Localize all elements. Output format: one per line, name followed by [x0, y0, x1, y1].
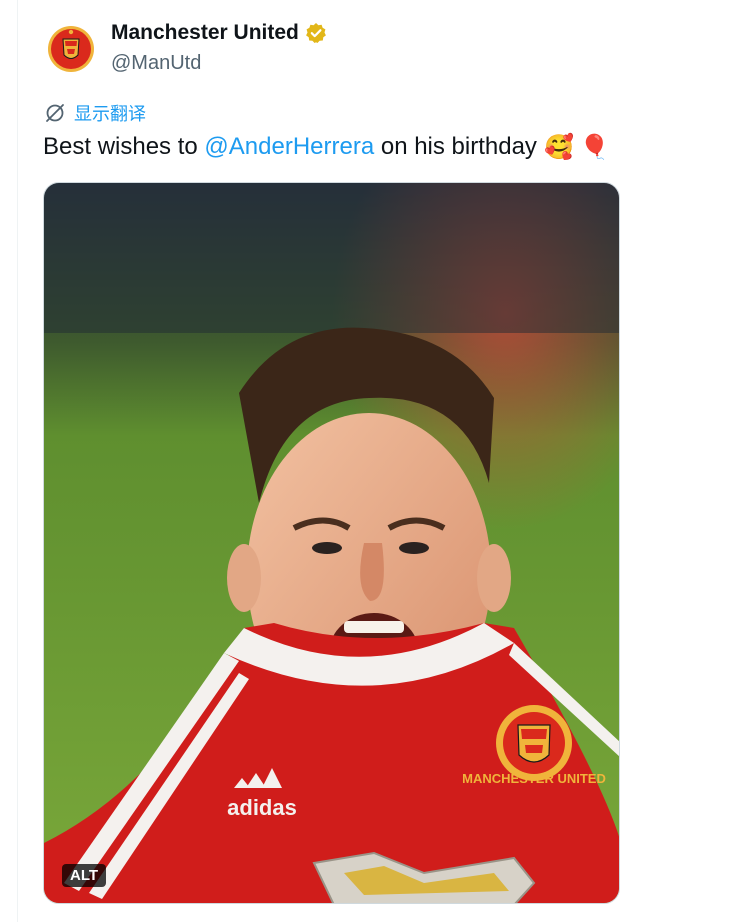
tweet-text-prefix: Best wishes to — [43, 133, 205, 160]
verified-badge-icon[interactable] — [305, 22, 327, 44]
tweet-photo[interactable]: MANCHESTER UNITED adidas — [43, 182, 620, 904]
author-name-text[interactable]: Manchester United — [111, 21, 299, 45]
adidas-logo-text: adidas — [227, 795, 297, 820]
author-name[interactable]: Manchester United — [111, 21, 327, 45]
show-translation-label[interactable]: 显示翻译 — [74, 100, 146, 126]
smiling-face-with-hearts-emoji: 🥰 — [543, 133, 574, 161]
timeline-border — [17, 0, 18, 922]
club-crest-icon — [48, 26, 94, 72]
mention-link[interactable]: @AnderHerrera — [204, 133, 374, 161]
balloon-emoji: 🎈 — [579, 133, 610, 161]
author-handle[interactable]: @ManUtd — [111, 52, 201, 75]
crest-text: MANCHESTER UNITED — [462, 771, 606, 786]
tweet-text-suffix: on his birthday — [374, 133, 537, 160]
tweet-text: Best wishes to @AnderHerrera on his birt… — [43, 133, 610, 161]
avatar[interactable] — [44, 22, 98, 76]
show-translation-button[interactable]: 显示翻译 — [44, 100, 146, 126]
player-celebration-image: MANCHESTER UNITED adidas — [44, 183, 619, 903]
translate-icon — [46, 104, 64, 122]
alt-text-badge[interactable]: ALT — [62, 864, 107, 887]
